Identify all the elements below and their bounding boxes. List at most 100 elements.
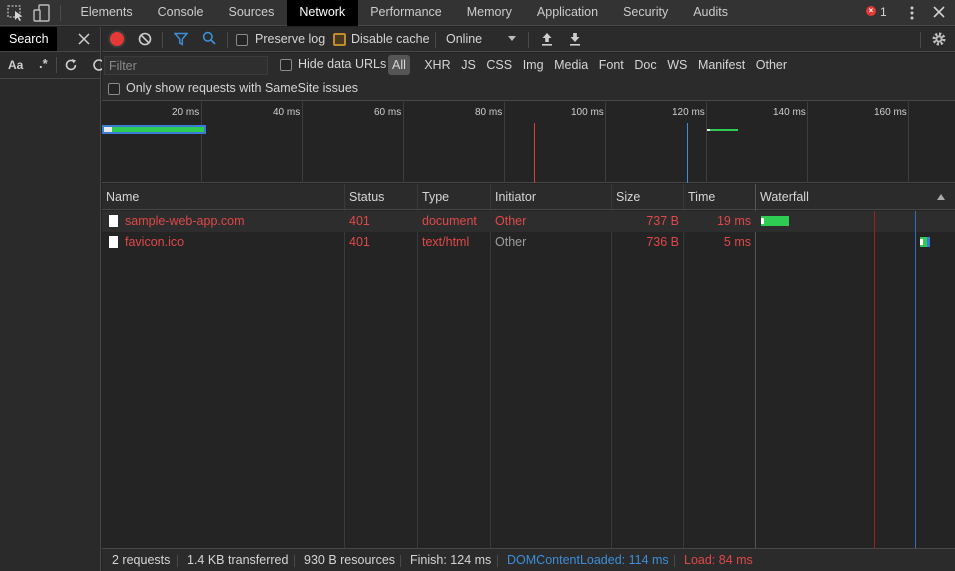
type-filter-manifest[interactable]: Manifest (693, 55, 751, 75)
toolbar-separator (435, 32, 436, 48)
waterfall-bar[interactable] (761, 216, 789, 226)
clear-log-icon[interactable] (138, 32, 152, 46)
column-header-size[interactable]: Size (612, 184, 640, 210)
refresh-icon[interactable] (64, 58, 78, 72)
tab-network[interactable]: Network (286, 0, 358, 26)
load-time: Load: 84 ms (684, 553, 753, 567)
preserve-log-checkbox[interactable] (236, 34, 248, 46)
waterfall-dcl-marker (915, 211, 916, 548)
status-separator (674, 555, 675, 567)
tab-application[interactable]: Application (524, 0, 610, 26)
overview-gridline (706, 102, 707, 183)
column-header-initiator[interactable]: Initiator (491, 184, 536, 210)
resource-type-filters: All XHR JS CSS Img Media Font Doc WS Man… (388, 55, 792, 75)
filter-icon[interactable] (174, 32, 188, 46)
more-options-icon[interactable] (907, 4, 917, 22)
request-time: 5 ms (723, 235, 751, 249)
tab-console[interactable]: Console (145, 0, 216, 26)
request-type: document (422, 214, 477, 228)
panel-tabs: Elements Console Sources Network Perform… (68, 0, 740, 26)
overview-gridline (201, 102, 202, 183)
overview-gridline (403, 102, 404, 183)
type-filter-ws[interactable]: WS (662, 55, 693, 75)
status-separator (400, 555, 401, 567)
type-filter-css[interactable]: CSS (481, 55, 517, 75)
search-toolbar: Aa .* (0, 52, 105, 79)
overview-gridline (504, 102, 505, 183)
column-header-name[interactable]: Name (102, 184, 139, 210)
column-header-time[interactable]: Time (684, 184, 715, 210)
import-har-icon[interactable] (540, 31, 554, 47)
type-filter-doc[interactable]: Doc (629, 55, 662, 75)
waterfall-load-marker (874, 211, 875, 548)
search-icon[interactable] (202, 31, 216, 45)
tab-performance[interactable]: Performance (358, 0, 455, 26)
tab-audits[interactable]: Audits (681, 0, 741, 26)
disable-cache-label[interactable]: Disable cache (351, 32, 430, 46)
request-size: 737 B (646, 214, 679, 228)
element-picker-icon[interactable] (7, 5, 25, 21)
match-case-toggle[interactable]: Aa (8, 58, 23, 72)
type-filter-img[interactable]: Img (517, 55, 548, 75)
column-header-waterfall[interactable]: Waterfall (756, 184, 809, 210)
type-filter-js[interactable]: JS (456, 55, 481, 75)
type-filter-all[interactable]: All (388, 55, 410, 75)
column-header-status[interactable]: Status (345, 184, 384, 210)
filter-input[interactable] (104, 56, 268, 75)
overview-tick-label: 80 ms (475, 107, 503, 118)
error-count[interactable]: 1 (880, 5, 887, 19)
status-bar: 2 requests 1.4 KB transferred 930 B reso… (102, 548, 955, 571)
network-panel: Preserve log Disable cache Online Hide d… (102, 27, 955, 571)
samesite-checkbox[interactable] (108, 83, 120, 95)
overview-tick-label: 60 ms (374, 107, 402, 118)
overview-timeline[interactable]: 20 ms 40 ms 60 ms 80 ms 100 ms 120 ms 14… (102, 102, 955, 183)
throttling-select[interactable]: Online (446, 32, 482, 46)
chevron-down-icon[interactable] (508, 36, 516, 41)
request-status: 401 (349, 214, 370, 228)
request-initiator: Other (495, 214, 527, 228)
hide-data-urls-label[interactable]: Hide data URLs (298, 57, 386, 71)
document-icon (109, 236, 118, 248)
tab-elements[interactable]: Elements (68, 0, 145, 26)
tab-separator (60, 5, 61, 21)
table-row[interactable]: favicon.ico 401 text/html Other 736 B 5 … (102, 232, 955, 253)
sort-ascending-icon[interactable] (937, 194, 945, 200)
overview-tick-label: 140 ms (773, 107, 806, 118)
request-count: 2 requests (112, 553, 171, 567)
close-devtools-icon[interactable] (932, 5, 946, 19)
transferred-size: 1.4 KB transferred (187, 553, 289, 567)
request-time: 19 ms (716, 214, 751, 228)
device-toolbar-icon[interactable] (33, 4, 51, 22)
type-filter-media[interactable]: Media (549, 55, 594, 75)
search-tab[interactable]: Search (0, 27, 57, 51)
toolbar-separator (162, 32, 163, 48)
table-row[interactable]: sample-web-app.com 401 document Other 73… (102, 211, 955, 232)
table-header: Name Status Type Initiator Size Time Wat… (102, 184, 955, 210)
error-icon[interactable]: × (866, 6, 876, 16)
type-filter-xhr[interactable]: XHR (419, 55, 456, 75)
record-button[interactable] (110, 32, 124, 46)
column-header-type[interactable]: Type (418, 184, 449, 210)
search-drawer: Search Aa .* (0, 27, 105, 571)
tab-memory[interactable]: Memory (454, 0, 524, 26)
domcontentloaded-time: DOMContentLoaded: 114 ms (507, 553, 669, 567)
export-har-icon[interactable] (568, 31, 582, 47)
close-search-icon[interactable] (78, 33, 90, 45)
gear-icon[interactable] (931, 31, 947, 47)
toolbar-separator (528, 32, 529, 48)
regex-toggle[interactable]: .* (39, 56, 48, 71)
samesite-label[interactable]: Only show requests with SameSite issues (126, 81, 358, 95)
request-type: text/html (422, 235, 470, 249)
preserve-log-label[interactable]: Preserve log (255, 32, 325, 46)
hide-data-urls-checkbox[interactable] (280, 59, 292, 71)
tab-security[interactable]: Security (611, 0, 681, 26)
overview-request-bar (707, 129, 738, 131)
disable-cache-checkbox[interactable] (333, 33, 346, 46)
request-name[interactable]: favicon.ico (125, 232, 184, 253)
type-filter-other[interactable]: Other (750, 55, 792, 75)
overview-tick-label: 100 ms (571, 107, 604, 118)
tab-sources[interactable]: Sources (216, 0, 287, 26)
waterfall-bar[interactable] (920, 237, 930, 247)
type-filter-font[interactable]: Font (593, 55, 629, 75)
request-name[interactable]: sample-web-app.com (125, 211, 245, 232)
